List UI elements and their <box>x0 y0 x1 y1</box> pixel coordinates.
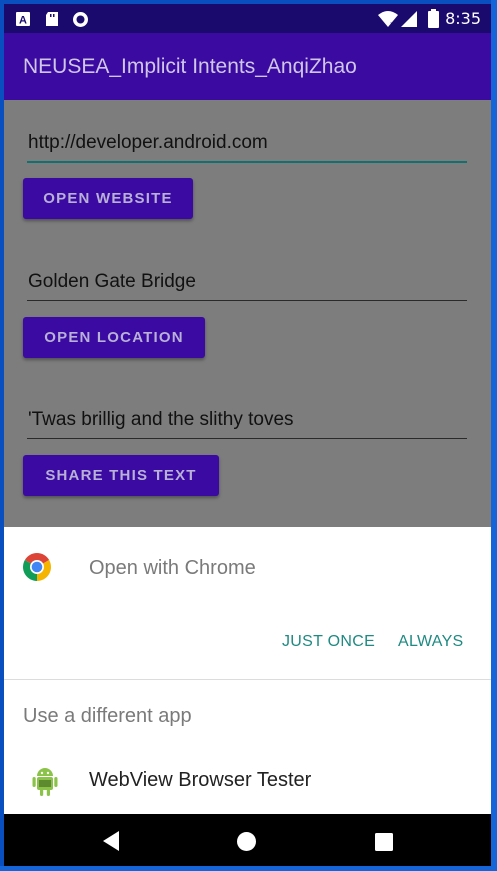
location-value: Golden Gate Bridge <box>28 271 196 292</box>
svg-text:x: x <box>390 20 395 28</box>
share-text-value: 'Twas brillig and the slithy toves <box>28 409 294 430</box>
use-different-app-label: Use a different app <box>23 705 192 727</box>
battery-icon <box>428 9 439 28</box>
open-location-button[interactable]: OPEN LOCATION <box>23 317 205 358</box>
recents-icon[interactable] <box>375 833 393 851</box>
just-once-button[interactable]: JUST ONCE <box>282 633 375 651</box>
wifi-icon: x <box>378 11 398 28</box>
sd-card-icon <box>46 12 58 26</box>
notification-a-icon: A <box>16 12 30 27</box>
chrome-icon <box>23 553 51 581</box>
open-with-label: Open with Chrome <box>89 557 256 579</box>
back-icon[interactable] <box>101 830 121 852</box>
signal-icon <box>401 11 417 27</box>
app-chooser-sheet: Open with Chrome JUST ONCE ALWAYS Use a … <box>4 527 491 814</box>
website-url-value: http://developer.android.com <box>28 132 268 153</box>
open-website-button[interactable]: OPEN WEBSITE <box>23 178 193 219</box>
status-bar: A x 8:35 <box>4 4 491 33</box>
svg-text:A: A <box>19 15 27 27</box>
sheet-divider <box>4 679 491 680</box>
phone-screen: A x 8:35 NEUSEA_Implicit Intents_AnqiZha… <box>4 4 491 866</box>
desktop-edge-right <box>491 0 497 871</box>
status-time: 8:35 <box>445 9 481 28</box>
app-bar: NEUSEA_Implicit Intents_AnqiZhao <box>4 33 491 100</box>
location-field[interactable]: Golden Gate Bridge <box>27 266 467 301</box>
app-title: NEUSEA_Implicit Intents_AnqiZhao <box>23 55 357 78</box>
share-text-field[interactable]: 'Twas brillig and the slithy toves <box>27 404 467 439</box>
share-text-button[interactable]: SHARE THIS TEXT <box>23 455 219 496</box>
desktop-edge-bottom <box>0 866 497 871</box>
home-icon[interactable] <box>236 831 257 852</box>
app-option-webview-tester[interactable]: WebView Browser Tester <box>89 769 311 792</box>
sync-circle-icon <box>73 12 88 27</box>
website-url-field[interactable]: http://developer.android.com <box>27 127 467 163</box>
android-robot-icon[interactable] <box>31 765 59 797</box>
navigation-bar <box>4 814 491 866</box>
always-button[interactable]: ALWAYS <box>398 633 464 651</box>
